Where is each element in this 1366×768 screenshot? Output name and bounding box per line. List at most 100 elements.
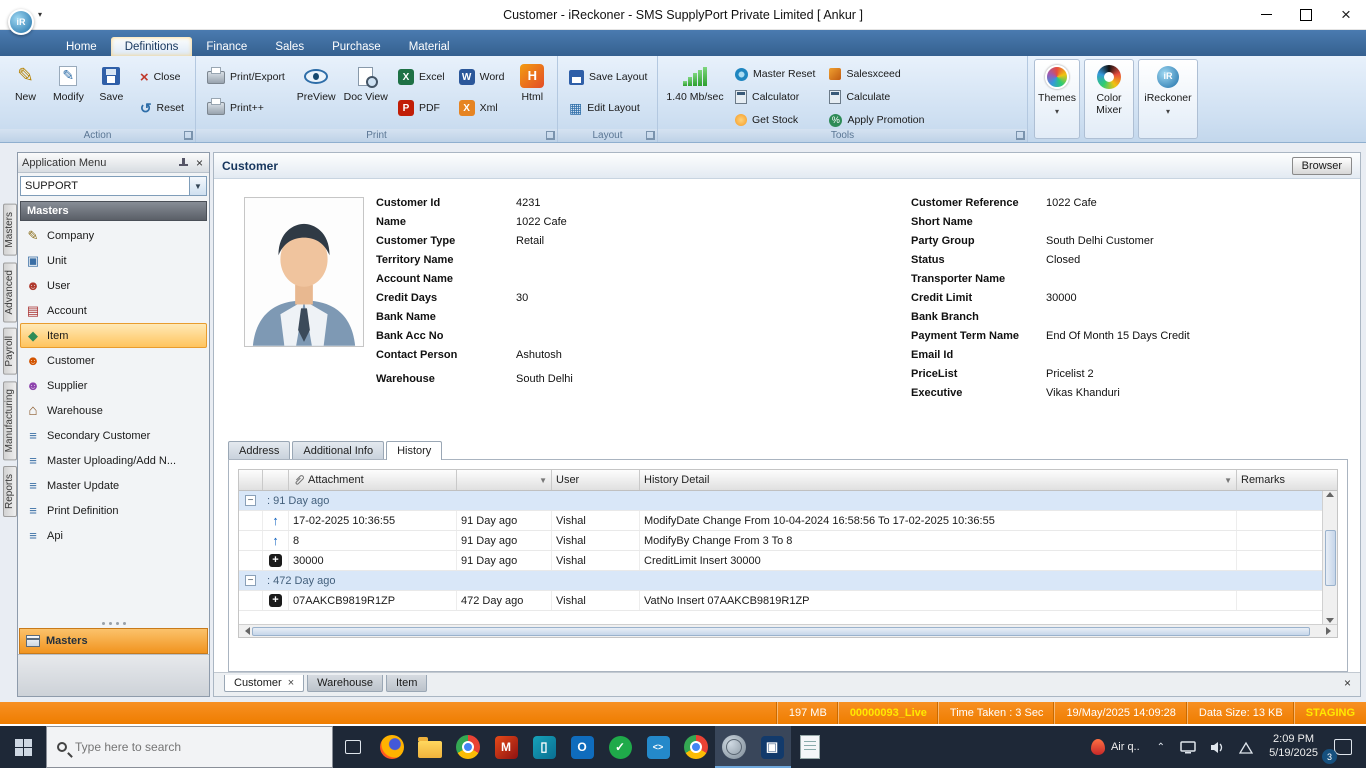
vtab-reports[interactable]: Reports xyxy=(3,466,17,517)
doc-tab-customer[interactable]: Customer× xyxy=(224,675,304,692)
scroll-right-icon[interactable] xyxy=(1326,627,1335,635)
collapse-icon[interactable]: − xyxy=(245,575,256,586)
print-plus-button[interactable]: Print++ xyxy=(201,98,291,118)
modify-button[interactable]: Modify xyxy=(48,59,89,121)
save-layout-button[interactable]: Save Layout xyxy=(563,67,653,87)
vtab-advanced[interactable]: Advanced xyxy=(3,262,17,322)
history-row[interactable]: + 07AAKCB9819R1ZP 472 Day ago Vishal Vat… xyxy=(239,591,1337,611)
grid-header-remarks[interactable]: Remarks xyxy=(1237,470,1337,490)
grid-header-user[interactable]: User xyxy=(552,470,640,490)
tab-finance[interactable]: Finance xyxy=(192,37,261,56)
get-stock-button[interactable]: Get Stock xyxy=(729,110,821,130)
taskbar-phone-link[interactable] xyxy=(525,726,563,768)
layout-dialog-launcher[interactable] xyxy=(646,131,655,140)
weather-widget[interactable]: Air q.. xyxy=(1083,726,1148,768)
html-button[interactable]: Html xyxy=(513,59,552,121)
taskbar-chrome-2[interactable] xyxy=(677,726,715,768)
browser-button[interactable]: Browser xyxy=(1292,157,1352,175)
support-dropdown-icon[interactable]: ▼ xyxy=(189,177,206,195)
sidebar-item-warehouse[interactable]: ⌂Warehouse xyxy=(20,398,207,423)
sidebar-item-customer[interactable]: ☻Customer xyxy=(20,348,207,373)
taskbar-notepad[interactable] xyxy=(791,726,829,768)
grid-header-age[interactable]: ▼ xyxy=(457,470,552,490)
horizontal-scrollbar[interactable] xyxy=(239,624,1337,637)
pdf-button[interactable]: PDF xyxy=(392,98,451,118)
taskbar-m365[interactable] xyxy=(487,726,525,768)
sidebar-item-master-update[interactable]: ≡Master Update xyxy=(20,473,207,498)
themes-button[interactable]: Themes▾ xyxy=(1034,59,1080,139)
collapse-icon[interactable]: − xyxy=(245,495,256,506)
quick-access-dropdown-icon[interactable]: ▾ xyxy=(38,10,42,19)
quick-access-toolbar[interactable]: ▾ xyxy=(0,0,42,35)
masters-bottom-button[interactable]: Masters xyxy=(19,628,208,654)
calculator-button[interactable]: Calculator xyxy=(729,87,821,107)
salesxceed-button[interactable]: Salesxceed xyxy=(823,64,930,84)
tab-history[interactable]: History xyxy=(386,441,442,460)
tab-purchase[interactable]: Purchase xyxy=(318,37,395,56)
close-record-button[interactable]: Close xyxy=(134,67,190,87)
scroll-down-icon[interactable] xyxy=(1326,618,1334,623)
taskbar-antivirus[interactable] xyxy=(601,726,639,768)
edit-layout-button[interactable]: Edit Layout xyxy=(563,98,653,118)
taskbar-clock[interactable]: 2:09 PM 5/19/2025 xyxy=(1261,733,1326,761)
tab-material[interactable]: Material xyxy=(395,37,464,56)
taskbar-search[interactable] xyxy=(46,726,333,768)
sidebar-item-master-uploading[interactable]: ≡Master Uploading/Add N... xyxy=(20,448,207,473)
taskbar-firefox[interactable] xyxy=(373,726,411,768)
vertical-scroll-thumb[interactable] xyxy=(1325,530,1336,586)
grid-header-attachment[interactable]: Attachment xyxy=(289,470,457,490)
hidden-icons-chevron[interactable]: ⌃ xyxy=(1150,742,1172,753)
master-reset-button[interactable]: Master Reset xyxy=(729,64,821,84)
support-dropdown[interactable]: SUPPORT ▼ xyxy=(20,176,207,196)
action-dialog-launcher[interactable] xyxy=(184,131,193,140)
taskbar-chrome[interactable] xyxy=(449,726,487,768)
sidebar-item-user[interactable]: ☻User xyxy=(20,273,207,298)
tab-sales[interactable]: Sales xyxy=(261,37,318,56)
action-center-button[interactable]: 3 xyxy=(1328,726,1362,768)
doc-view-button[interactable]: Doc View xyxy=(342,59,390,121)
history-row[interactable]: ↑ 8 91 Day ago Vishal ModifyBy Change Fr… xyxy=(239,531,1337,551)
tab-additional-info[interactable]: Additional Info xyxy=(292,441,384,459)
ireckoner-button[interactable]: iReckoner▾ xyxy=(1138,59,1198,139)
word-button[interactable]: Word xyxy=(453,67,511,87)
print-dialog-launcher[interactable] xyxy=(546,131,555,140)
sidebar-item-company[interactable]: ✎Company xyxy=(20,223,207,248)
panel-close-icon[interactable]: × xyxy=(194,156,205,170)
color-mixer-button[interactable]: Color Mixer xyxy=(1084,59,1134,139)
app-logo[interactable] xyxy=(8,9,34,35)
sidebar-item-unit[interactable]: ▣Unit xyxy=(20,248,207,273)
sidebar-item-print-definition[interactable]: ≡Print Definition xyxy=(20,498,207,523)
calculate-button[interactable]: Calculate xyxy=(823,87,930,107)
sidebar-item-item[interactable]: ◆Item xyxy=(20,323,207,348)
tab-address[interactable]: Address xyxy=(228,441,290,459)
close-tab-icon[interactable]: × xyxy=(288,677,294,689)
taskbar-remote-desktop[interactable] xyxy=(753,726,791,768)
scroll-left-icon[interactable] xyxy=(241,627,250,635)
sidebar-item-api[interactable]: ≡Api xyxy=(20,523,207,548)
print-export-button[interactable]: Print/Export xyxy=(201,67,291,87)
vtab-manufacturing[interactable]: Manufacturing xyxy=(3,381,17,460)
task-view-button[interactable] xyxy=(333,726,373,768)
vtab-masters[interactable]: Masters xyxy=(3,204,17,256)
tab-home[interactable]: Home xyxy=(52,37,111,56)
taskbar-ireckoner-app[interactable] xyxy=(715,726,753,768)
close-button[interactable] xyxy=(1326,1,1366,29)
tab-definitions[interactable]: Definitions xyxy=(111,37,193,56)
grid-group-row[interactable]: − : 91 Day ago xyxy=(239,491,1337,511)
start-button[interactable] xyxy=(0,726,46,768)
pin-icon[interactable] xyxy=(178,158,188,168)
sidebar-item-supplier[interactable]: ☻Supplier xyxy=(20,373,207,398)
save-button[interactable]: Save xyxy=(91,59,132,121)
sidebar-item-account[interactable]: ▤Account xyxy=(20,298,207,323)
taskbar-file-explorer[interactable] xyxy=(411,726,449,768)
vertical-scrollbar[interactable] xyxy=(1322,491,1337,624)
apply-promotion-button[interactable]: Apply Promotion xyxy=(823,110,930,130)
doc-tab-warehouse[interactable]: Warehouse xyxy=(307,675,383,692)
reset-button[interactable]: Reset xyxy=(134,98,190,118)
vtab-payroll[interactable]: Payroll xyxy=(3,328,17,375)
minimize-button[interactable] xyxy=(1246,1,1286,29)
grid-header-detail[interactable]: History Detail▼ xyxy=(640,470,1237,490)
grid-group-row[interactable]: − : 472 Day ago xyxy=(239,571,1337,591)
taskbar-outlook[interactable] xyxy=(563,726,601,768)
history-row[interactable]: + 30000 91 Day ago Vishal CreditLimit In… xyxy=(239,551,1337,571)
